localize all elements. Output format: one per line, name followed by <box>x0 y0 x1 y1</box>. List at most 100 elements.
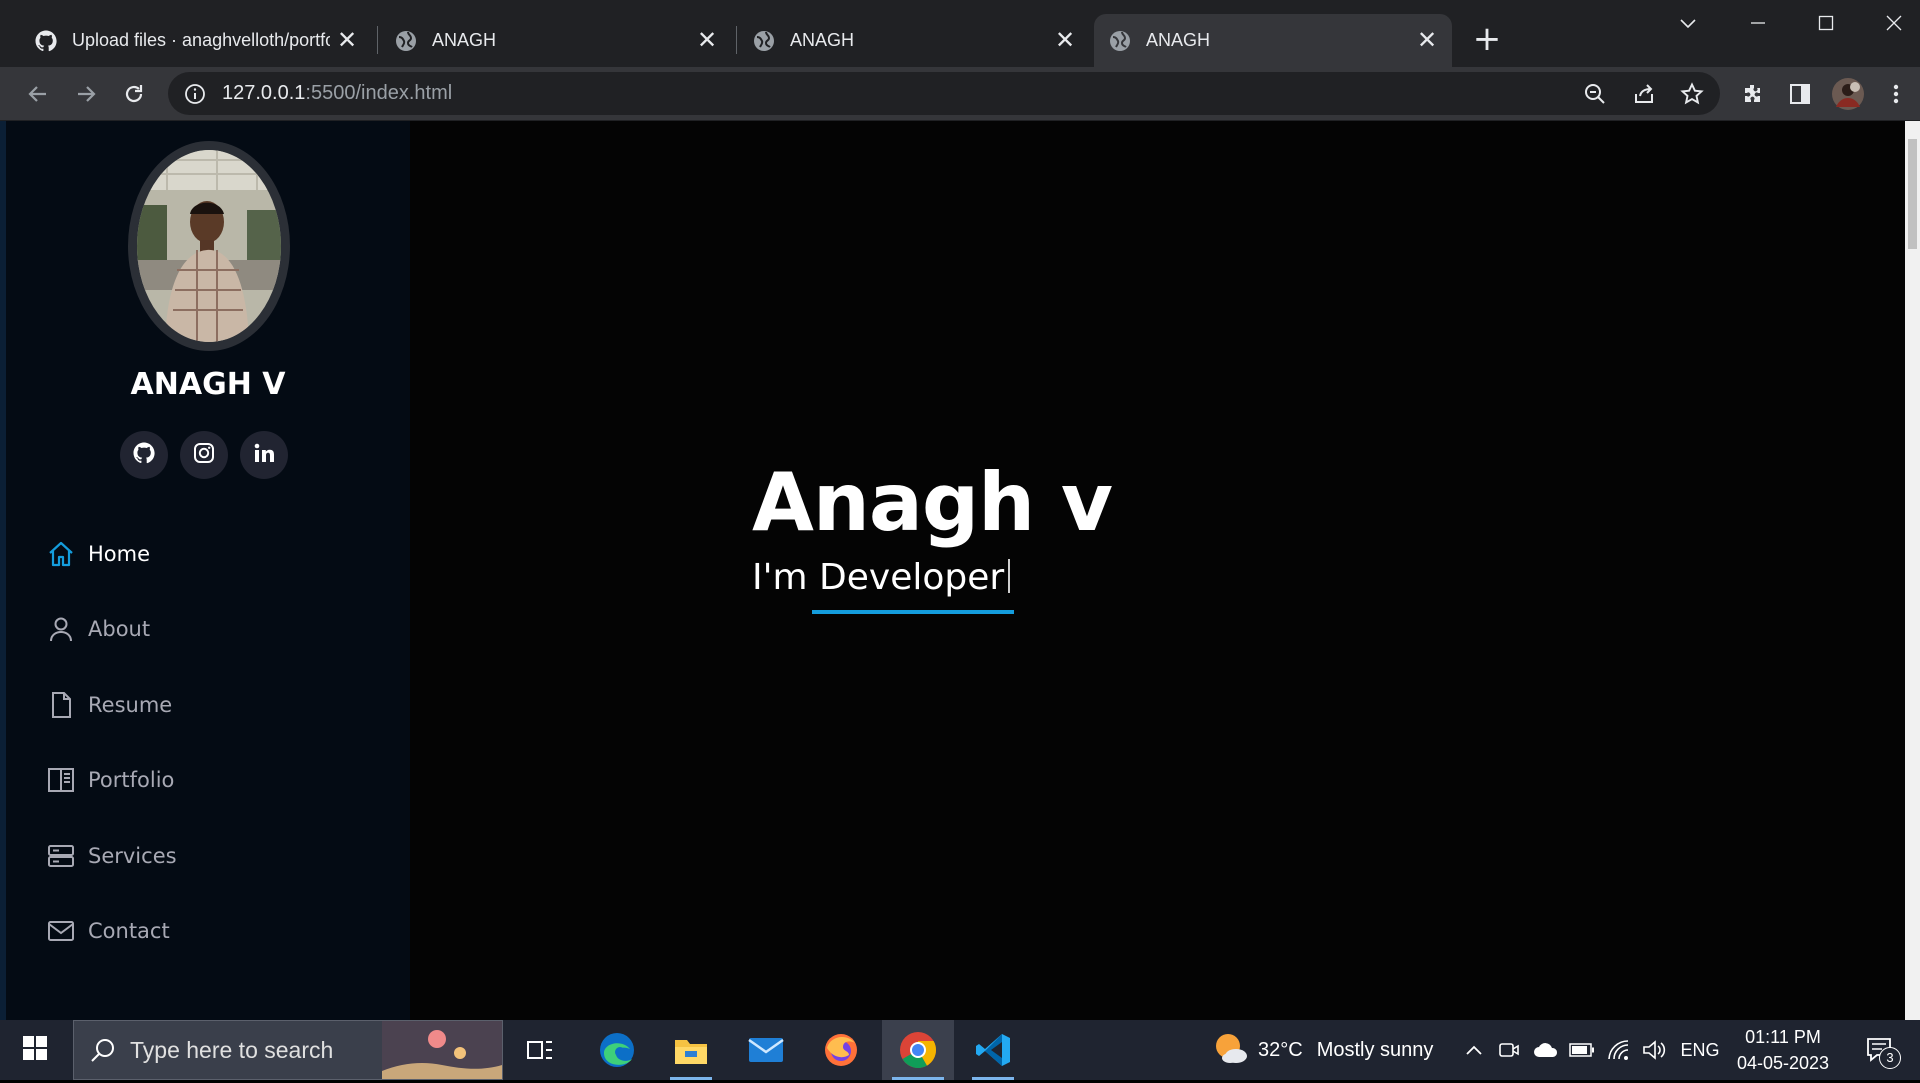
page-viewport: ANAGH V Home About Resume Portfolio Serv… <box>0 121 1920 1020</box>
nav-label: Home <box>88 542 151 566</box>
clock-date: 04-05-2023 <box>1736 1053 1830 1073</box>
extensions-puzzle-icon[interactable] <box>1735 76 1771 112</box>
windows-taskbar: Type here to search 32°C Mostly sunny EN… <box>0 1020 1920 1080</box>
tab-title: Upload files · anaghvelloth/portfo <box>72 30 330 50</box>
side-panel-icon[interactable] <box>1782 76 1818 112</box>
forward-arrow-icon[interactable] <box>68 76 104 112</box>
task-view-icon[interactable] <box>515 1020 565 1080</box>
action-center-button[interactable]: 3 <box>1850 1020 1910 1080</box>
nav-label: Resume <box>88 693 173 717</box>
nav-label: Portfolio <box>88 768 175 792</box>
tab-title: ANAGH <box>790 30 855 50</box>
nav-label: About <box>88 617 151 641</box>
instagram-link[interactable] <box>180 431 228 479</box>
globe-icon <box>752 29 776 53</box>
profile-avatar[interactable] <box>1830 76 1866 112</box>
tab-anagh-active[interactable]: ANAGH ✕ <box>1094 14 1452 67</box>
weather-widget[interactable]: 32°C Mostly sunny <box>1210 1020 1450 1080</box>
nav-services[interactable]: Services <box>46 836 177 876</box>
close-tab-icon[interactable]: ✕ <box>690 24 724 58</box>
nav-contact[interactable]: Contact <box>46 911 170 951</box>
file-explorer-app-icon[interactable] <box>660 1020 722 1080</box>
github-link[interactable] <box>120 431 168 479</box>
server-icon <box>46 841 76 871</box>
tab-divider <box>736 26 737 54</box>
language-indicator[interactable]: ENG <box>1676 1020 1724 1080</box>
envelope-icon <box>46 916 76 946</box>
maximize-icon[interactable] <box>1796 8 1856 38</box>
battery-icon[interactable] <box>1566 1020 1598 1080</box>
meet-now-icon[interactable] <box>1494 1020 1524 1080</box>
vscode-app-icon[interactable] <box>962 1020 1024 1080</box>
new-tab-plus-icon[interactable]: + <box>1470 22 1504 56</box>
chrome-app-icon[interactable] <box>882 1020 954 1080</box>
volume-icon[interactable] <box>1638 1020 1670 1080</box>
address-bar[interactable]: 127.0.0.1:5500/index.html <box>168 72 1720 115</box>
hero-title: Anagh v <box>752 456 1113 549</box>
minimize-icon[interactable] <box>1728 8 1788 38</box>
nav-portfolio[interactable]: Portfolio <box>46 760 174 800</box>
chrome-menu-icon[interactable] <box>1878 76 1914 112</box>
search-placeholder: Type here to search <box>130 1036 334 1063</box>
tab-title: ANAGH <box>1146 30 1211 50</box>
scrollbar-thumb[interactable] <box>1908 139 1917 249</box>
close-tab-icon[interactable]: ✕ <box>1048 24 1082 58</box>
browser-toolbar: 127.0.0.1:5500/index.html <box>0 67 1920 121</box>
profile-photo-frame <box>128 141 290 351</box>
start-button[interactable] <box>0 1020 70 1080</box>
clock[interactable]: 01:11 PM 04-05-2023 <box>1728 1024 1838 1076</box>
profile-photo <box>137 150 281 342</box>
onedrive-cloud-icon[interactable] <box>1530 1020 1562 1080</box>
nav-label: Contact <box>88 919 170 943</box>
close-tab-icon[interactable]: ✕ <box>330 24 364 58</box>
tab-anagh-2[interactable]: ANAGH ✕ <box>738 14 1090 67</box>
chevron-up-icon[interactable] <box>1458 1020 1490 1080</box>
taskbar-search[interactable]: Type here to search <box>73 1020 503 1080</box>
page-scrollbar[interactable] <box>1905 121 1920 1020</box>
nav-about[interactable]: About <box>46 609 150 649</box>
browser-tab-strip: Upload files · anaghvelloth/portfo ✕ ANA… <box>0 0 1920 67</box>
github-icon <box>132 441 156 469</box>
url-path: :5500/index.html <box>305 82 453 104</box>
close-tab-icon[interactable]: ✕ <box>1410 24 1444 58</box>
mail-app-icon[interactable] <box>735 1020 797 1080</box>
instagram-icon <box>193 442 215 468</box>
profile-name: ANAGH V <box>130 367 286 402</box>
tab-upload-files[interactable]: Upload files · anaghvelloth/portfo ✕ <box>20 14 372 67</box>
share-icon[interactable] <box>1626 76 1662 112</box>
linkedin-link[interactable] <box>240 431 288 479</box>
file-icon <box>46 690 76 720</box>
firefox-app-icon[interactable] <box>810 1020 872 1080</box>
back-arrow-icon[interactable] <box>20 76 56 112</box>
globe-icon <box>394 29 418 53</box>
window-close-icon[interactable] <box>1864 8 1920 38</box>
site-info-icon[interactable] <box>182 81 208 107</box>
person-icon <box>46 614 76 644</box>
wifi-icon[interactable] <box>1602 1020 1634 1080</box>
github-icon <box>34 29 58 53</box>
language-label: ENG <box>1680 1039 1720 1060</box>
edge-app-icon[interactable] <box>586 1020 648 1080</box>
hero-subtitle: I'm Developer <box>752 557 1011 598</box>
tab-anagh-1[interactable]: ANAGH ✕ <box>380 14 732 67</box>
url-text: 127.0.0.1:5500/index.html <box>222 82 452 105</box>
weather-description: Mostly sunny <box>1316 1038 1434 1061</box>
reload-icon[interactable] <box>116 76 152 112</box>
globe-icon <box>1108 29 1132 53</box>
typed-text: I'm Developer <box>752 557 1005 598</box>
search-icon <box>90 1037 116 1063</box>
sidebar: ANAGH V Home About Resume Portfolio Serv… <box>6 121 410 1020</box>
windows-logo-icon <box>22 1035 48 1065</box>
hero-underline <box>812 610 1014 614</box>
tab-search-chevron-icon[interactable] <box>1658 8 1718 38</box>
bookmark-star-icon[interactable] <box>1674 76 1710 112</box>
nav-home[interactable]: Home <box>46 534 150 574</box>
nav-resume[interactable]: Resume <box>46 685 172 725</box>
weather-temperature: 32°C <box>1258 1038 1303 1061</box>
notification-count: 3 <box>1879 1047 1901 1069</box>
sun-cloud-icon <box>1210 1030 1250 1070</box>
nav-label: Services <box>88 844 177 868</box>
url-host: 127.0.0.1 <box>222 82 306 104</box>
typing-cursor <box>1008 559 1011 593</box>
zoom-icon[interactable] <box>1577 76 1613 112</box>
